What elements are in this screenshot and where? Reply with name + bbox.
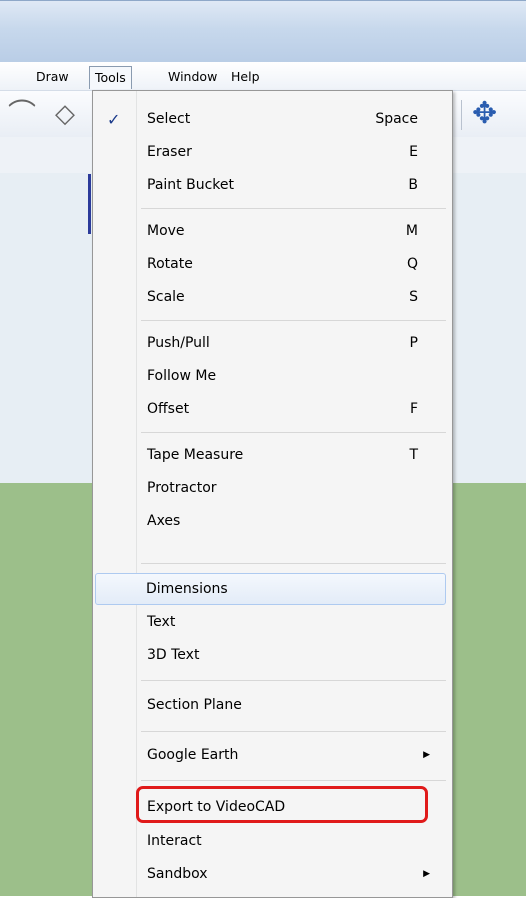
menu-item-push-pull[interactable]: Push/Pull P (97, 327, 448, 360)
menu-item-offset[interactable]: Offset F (97, 393, 448, 426)
menu-item-label: 3D Text (147, 647, 200, 663)
menu-item-scale[interactable]: Scale S (97, 281, 448, 314)
menu-help[interactable]: Help (226, 67, 265, 86)
menu-item-label: Move (147, 223, 185, 239)
menu-item-label: Dimensions (146, 581, 228, 597)
menu-item-sandbox[interactable]: Sandbox ▶ (97, 858, 448, 891)
menu-item-label: Rotate (147, 256, 193, 272)
menu-separator (141, 320, 446, 321)
menu-item-shortcut: B (408, 177, 418, 193)
menu-item-eraser[interactable]: Eraser E (97, 136, 448, 169)
menu-item-label: Offset (147, 401, 190, 417)
menu-item-tape-measure[interactable]: Tape Measure T (97, 439, 448, 472)
menu-item-protractor[interactable]: Protractor (97, 472, 448, 505)
menu-item-select[interactable]: ✓ Select Space (97, 103, 448, 136)
menu-separator (141, 208, 446, 209)
menu-item-label: Text (147, 614, 176, 630)
menu-item-label: Paint Bucket (147, 177, 234, 193)
menu-item-label: Tape Measure (147, 447, 244, 463)
menu-separator (141, 432, 446, 433)
menu-item-axes[interactable]: Axes (97, 505, 448, 538)
menu-item-section-plane[interactable]: Section Plane (97, 689, 448, 722)
orbit-tool-icon[interactable]: ✥ (472, 91, 497, 137)
menu-item-shortcut: P (409, 335, 418, 351)
menu-item-text[interactable]: Text (97, 606, 448, 639)
menu-item-google-earth[interactable]: Google Earth ▶ (97, 739, 448, 772)
menu-item-label: Scale (147, 289, 185, 305)
menu-separator (141, 563, 446, 564)
submenu-arrow-icon: ▶ (423, 869, 430, 879)
annotation-highlight-box (136, 786, 428, 823)
menu-window[interactable]: Window (163, 67, 222, 86)
menu-item-interact[interactable]: Interact (97, 825, 448, 858)
menu-separator (141, 780, 446, 781)
menu-item-shortcut: T (409, 447, 418, 463)
menu-item-shortcut: F (409, 401, 418, 417)
menu-item-label: Push/Pull (147, 335, 210, 351)
toolbar-divider (461, 100, 462, 130)
blue-axis-line (88, 174, 91, 234)
paint-bucket-tool-icon[interactable]: ◇ (55, 91, 75, 137)
menu-item-label: Protractor (147, 480, 217, 496)
menu-item-label: Eraser (147, 144, 192, 160)
menu-separator (141, 680, 446, 681)
submenu-arrow-icon: ▶ (423, 750, 430, 760)
menu-item-follow-me[interactable]: Follow Me (97, 360, 448, 393)
arc-tool-icon[interactable]: ⌒ (8, 91, 36, 137)
menu-item-rotate[interactable]: Rotate Q (97, 248, 448, 281)
window-title-bar (0, 0, 526, 63)
menu-item-label: Axes (147, 513, 181, 529)
menu-item-shortcut: E (409, 144, 418, 160)
menu-item-label: Google Earth (147, 747, 239, 763)
menu-item-shortcut: Q (406, 256, 418, 272)
menu-item-shortcut: Space (375, 111, 418, 127)
menu-item-paint-bucket[interactable]: Paint Bucket B (97, 169, 448, 202)
menu-item-label: Follow Me (147, 368, 217, 384)
menu-item-label: Section Plane (147, 697, 242, 713)
tools-dropdown-menu: ✓ Select Space Eraser E Paint Bucket B M… (92, 90, 453, 898)
menu-item-3d-text[interactable]: 3D Text (97, 639, 448, 672)
checkmark-icon: ✓ (107, 110, 121, 129)
menu-item-label: Select (147, 111, 191, 127)
menu-separator (141, 731, 446, 732)
menu-item-dimensions[interactable]: Dimensions (95, 573, 446, 605)
menu-tools[interactable]: Tools (89, 66, 132, 89)
menu-item-shortcut: S (409, 289, 418, 305)
menu-item-label: Interact (147, 833, 202, 849)
menu-bar: Draw Tools Window Help (0, 62, 526, 91)
menu-draw[interactable]: Draw (31, 67, 74, 86)
menu-item-shortcut: M (405, 223, 418, 239)
menu-item-label: Sandbox (147, 866, 208, 882)
menu-item-move[interactable]: Move M (97, 215, 448, 248)
